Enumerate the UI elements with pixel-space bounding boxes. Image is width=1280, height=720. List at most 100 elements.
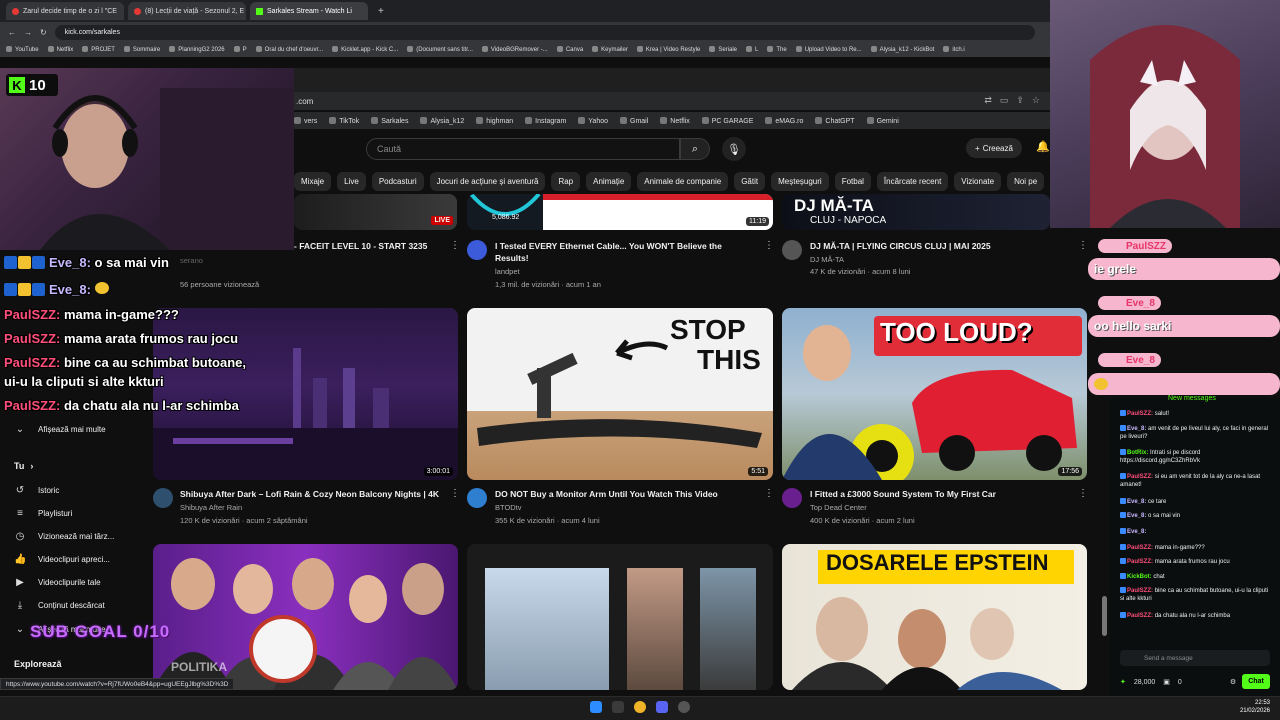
chat-username[interactable]: PaulSZZ: xyxy=(1127,411,1153,417)
chat-username[interactable]: Eve_8: xyxy=(1127,529,1146,535)
video-title[interactable]: DO NOT Buy a Monitor Arm Until You Watch… xyxy=(495,488,755,500)
create-button[interactable]: + Creează xyxy=(966,138,1022,158)
chat-username[interactable]: Eve_8: xyxy=(1127,426,1146,432)
more-options-icon[interactable]: ⋮ xyxy=(764,488,774,499)
sidebar-item-your-videos[interactable]: ▶ Videoclipurile tale xyxy=(14,577,100,588)
sidebar-item-watch-later[interactable]: ◷ Vizionează mai târz... xyxy=(14,531,115,542)
chat-username[interactable]: Eve_8: xyxy=(1127,513,1146,519)
more-options-icon[interactable]: ⋮ xyxy=(1078,488,1088,499)
search-input[interactable]: Caută xyxy=(366,138,680,160)
video-thumbnail[interactable]: DJ MĂ-TA CLUJ - NAPOCA xyxy=(782,194,1050,230)
share-icon[interactable]: ⇪ xyxy=(1016,95,1024,106)
bookmark-item[interactable]: PC GARAGE xyxy=(701,116,753,125)
reload-icon[interactable]: ↻ xyxy=(40,28,47,37)
bookmark-item[interactable]: (Document sans titr... xyxy=(407,46,473,53)
category-chip[interactable]: Animație xyxy=(586,171,632,191)
category-chip[interactable]: Gătit xyxy=(734,171,766,191)
channel-name[interactable]: serano xyxy=(180,255,203,266)
inner-address-bar[interactable]: .com ⇄ ▭ ⇪ ☆ xyxy=(294,92,1050,110)
bookmark-item[interactable]: Krea | Video Restyle xyxy=(636,46,700,53)
gift-icon[interactable]: ▣ xyxy=(1163,678,1170,686)
notifications-bell-icon[interactable]: 🔔 xyxy=(1036,140,1050,153)
bookmark-item[interactable]: Gmail xyxy=(620,116,648,125)
chat-username[interactable]: PaulSZZ: xyxy=(1127,613,1153,619)
chat-username[interactable]: Eve_8: xyxy=(1127,499,1146,505)
more-options-icon[interactable]: ⋮ xyxy=(450,488,460,499)
channel-name[interactable]: Top Dead Center xyxy=(810,502,867,513)
video-title[interactable]: Shibuya After Dark – Lofi Rain & Cozy Ne… xyxy=(180,488,450,500)
chat-message-input[interactable]: Send a message xyxy=(1120,650,1270,666)
new-tab-icon[interactable]: + xyxy=(378,6,384,17)
video-thumbnail[interactable] xyxy=(467,544,773,690)
bookmark-item[interactable]: PROJET xyxy=(82,46,115,53)
channel-avatar[interactable] xyxy=(782,488,802,508)
video-title[interactable]: DJ MĂ-TA | FLYING CIRCUS CLUJ | MAI 2025 xyxy=(810,240,1040,252)
chat-username[interactable]: PaulSZZ: xyxy=(1127,545,1153,551)
category-chip[interactable]: Live xyxy=(337,171,366,191)
video-title[interactable]: - FACEIT LEVEL 10 - START 3235 xyxy=(294,240,459,252)
sidebar-show-more[interactable]: ⌄ Afișează mai multe xyxy=(14,424,106,435)
page-scrollbar[interactable] xyxy=(1102,596,1107,636)
more-options-icon[interactable]: ⋮ xyxy=(450,240,460,251)
tab-2[interactable]: (8) Lecții de viață - Sezonul 2, E xyxy=(128,2,246,20)
chat-username[interactable]: PaulSZZ: xyxy=(1127,474,1153,480)
bookmark-item[interactable]: eMAG.ro xyxy=(765,116,803,125)
bookmark-item[interactable]: Instagram xyxy=(525,116,566,125)
url-field[interactable]: kick.com/sarkales xyxy=(54,24,1035,40)
channel-avatar[interactable] xyxy=(467,488,487,508)
sidebar-item-playlists[interactable]: ≡ Playlisturi xyxy=(14,508,72,519)
bookmark-item[interactable]: Sommaire xyxy=(123,46,160,53)
bookmark-item[interactable]: Sarkales xyxy=(371,116,408,125)
channel-name[interactable]: landpet xyxy=(495,266,520,277)
bookmark-item[interactable]: VideoBGRemover -... xyxy=(481,46,548,53)
sidebar-item-history[interactable]: ↺ Istoric xyxy=(14,485,60,496)
video-thumbnail[interactable]: STOP THIS 5:51 xyxy=(467,308,773,480)
bookmark-item[interactable]: Upload Video to Re... xyxy=(795,46,862,53)
channel-avatar[interactable] xyxy=(467,240,487,260)
bookmark-item[interactable]: ChatGPT xyxy=(815,116,855,125)
tab-1[interactable]: Zarul decide timp de o zi l "CE xyxy=(6,2,124,20)
search-button[interactable]: ⌕ xyxy=(680,138,710,160)
bookmark-item[interactable]: Yahoo xyxy=(578,116,608,125)
video-title[interactable]: I Tested EVERY Ethernet Cable... You WON… xyxy=(495,240,755,264)
video-thumbnail[interactable]: DOSARELE EPSTEIN xyxy=(782,544,1087,690)
forward-icon[interactable]: → xyxy=(24,28,32,37)
category-chip[interactable]: Mixaje xyxy=(294,171,332,191)
category-chip[interactable]: Animale de companie xyxy=(637,171,729,191)
system-clock[interactable]: 22:53 21/02/2026 xyxy=(1240,699,1270,715)
bookmark-star-icon[interactable]: ☆ xyxy=(1032,95,1040,106)
channel-name[interactable]: Shibuya After Rain xyxy=(180,502,242,513)
bookmark-item[interactable]: YouTube xyxy=(6,46,39,53)
chat-username[interactable]: KickBot: xyxy=(1127,574,1152,580)
bookmark-item[interactable]: Alysia_k12 xyxy=(420,116,464,125)
channel-name[interactable]: BTODtv xyxy=(495,502,522,513)
discord-icon[interactable] xyxy=(656,701,668,713)
sidebar-you-header[interactable]: Tu › xyxy=(14,461,33,471)
sidebar-item-liked[interactable]: 👍 Videoclipuri apreci... xyxy=(14,554,110,565)
category-chip[interactable]: Fotbal xyxy=(834,171,871,191)
sidebar-item-downloads[interactable]: ⤓ Conținut descărcat xyxy=(14,600,105,611)
settings-gear-icon[interactable]: ⚙ xyxy=(1230,678,1236,686)
channel-avatar[interactable] xyxy=(153,488,173,508)
bookmark-item[interactable]: Canva xyxy=(556,46,583,53)
new-messages-label[interactable]: New messages xyxy=(1168,395,1216,402)
category-chip[interactable]: Încărcate recent xyxy=(876,171,949,191)
channel-avatar[interactable] xyxy=(782,240,802,260)
chat-username[interactable]: BotRix: xyxy=(1127,450,1148,456)
bookmark-item[interactable]: The xyxy=(767,46,787,53)
voice-search-button[interactable]: 🎙 xyxy=(722,137,746,161)
start-icon[interactable] xyxy=(590,701,602,713)
bookmark-item[interactable]: PlanningG2 2026 xyxy=(169,46,225,53)
category-chip[interactable]: Meșteșuguri xyxy=(771,171,829,191)
obs-icon[interactable] xyxy=(678,701,690,713)
bookmark-item[interactable]: Kicklet.app - Kick C... xyxy=(332,46,398,53)
more-options-icon[interactable]: ⋮ xyxy=(1078,240,1088,251)
bookmark-item[interactable]: Oral du chef d'oeuvr... xyxy=(255,46,323,53)
bookmark-item[interactable]: highman xyxy=(476,116,513,125)
video-thumbnail[interactable]: LIVE xyxy=(294,194,457,230)
bookmark-item[interactable]: Seriale xyxy=(709,46,737,53)
bookmark-item[interactable]: Keymailer xyxy=(592,46,628,53)
translate-icon[interactable]: ⇄ xyxy=(984,95,992,106)
video-title[interactable]: I Fitted a £3000 Sound System To My Firs… xyxy=(810,488,1070,500)
bookmark-item[interactable]: L xyxy=(746,46,758,53)
